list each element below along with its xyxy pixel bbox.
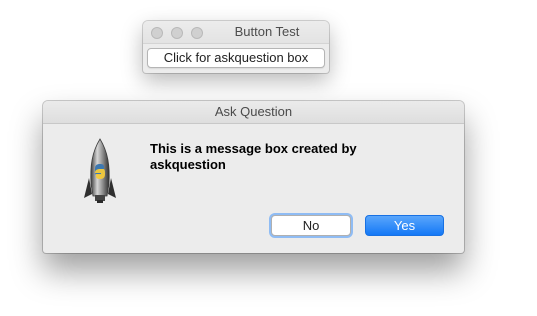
- yes-button[interactable]: Yes: [365, 215, 444, 236]
- dialog-titlebar[interactable]: Ask Question: [43, 101, 464, 124]
- dialog-message: This is a message box created by askques…: [150, 141, 357, 172]
- zoom-window-icon[interactable]: [191, 27, 203, 39]
- minimize-window-icon[interactable]: [171, 27, 183, 39]
- close-window-icon[interactable]: [151, 27, 163, 39]
- ask-question-dialog: Ask Question This is a message box creat…: [43, 101, 464, 253]
- button-test-window: Button Test Click for askquestion box: [143, 21, 329, 73]
- dialog-title: Ask Question: [214, 104, 293, 119]
- python-rocket-icon: [84, 138, 116, 203]
- no-button[interactable]: No: [271, 215, 351, 236]
- button-test-titlebar[interactable]: Button Test: [143, 21, 329, 44]
- askquestion-button[interactable]: Click for askquestion box: [147, 48, 325, 68]
- window-title: Button Test: [234, 24, 300, 39]
